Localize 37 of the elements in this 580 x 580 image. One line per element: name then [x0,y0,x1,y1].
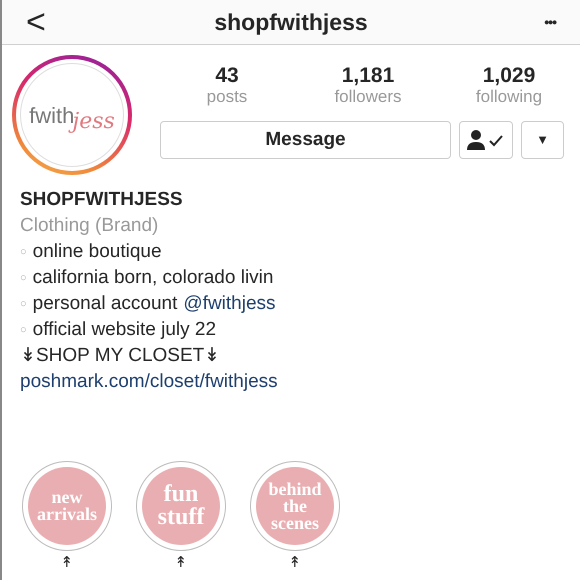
bio-text: personal account [32,292,178,316]
bullet-icon: ○ [20,239,27,265]
highlight-text: stuff [158,506,204,529]
more-button[interactable]: ••• [524,12,556,32]
stat-count: 43 [215,65,239,87]
bio-text: ↡SHOP MY CLOSET↡ [20,344,220,368]
username-title: shopfwithjess [214,8,368,37]
highlight-caption: ↟ [60,554,74,572]
link[interactable]: poshmark.com/closet/fwithjess [20,369,278,395]
category-text: Clothing (Brand) [20,214,158,238]
profile-name: SHOPFWITHJESS [20,188,183,212]
back-button[interactable]: < [26,5,58,39]
highlight-text: the [283,498,307,514]
bullet-icon: ○ [20,265,27,291]
highlight-text: scenes [271,514,319,532]
stat-count: 1,181 [342,65,394,87]
person-check-icon [467,129,505,151]
highlight-text: fun [164,483,198,506]
highlight-text: new [52,489,82,506]
highlight-caption: ↟ [288,554,302,572]
avatar[interactable]: fwithjess [12,55,132,175]
highlight-caption: ↟ [174,554,188,572]
bio-text: california born, colorado livin [32,266,274,290]
highlight-text: arrivals [37,506,97,523]
stat-count: 1,029 [482,65,536,87]
bio-text: online boutique [32,240,162,264]
stat-label: posts [206,87,248,107]
message-button[interactable]: Message [160,121,451,159]
highlight-text: behind [268,480,322,498]
stat-label: followers [334,87,402,107]
link[interactable]: @fwithjess [183,291,276,317]
bio-text: official website july 22 [32,318,216,342]
bullet-icon: ○ [20,317,27,343]
dropdown-button[interactable]: ▼ [521,121,564,159]
stat-label: following [476,87,542,107]
following-button[interactable] [459,121,513,159]
bullet-icon: ○ [20,291,27,317]
